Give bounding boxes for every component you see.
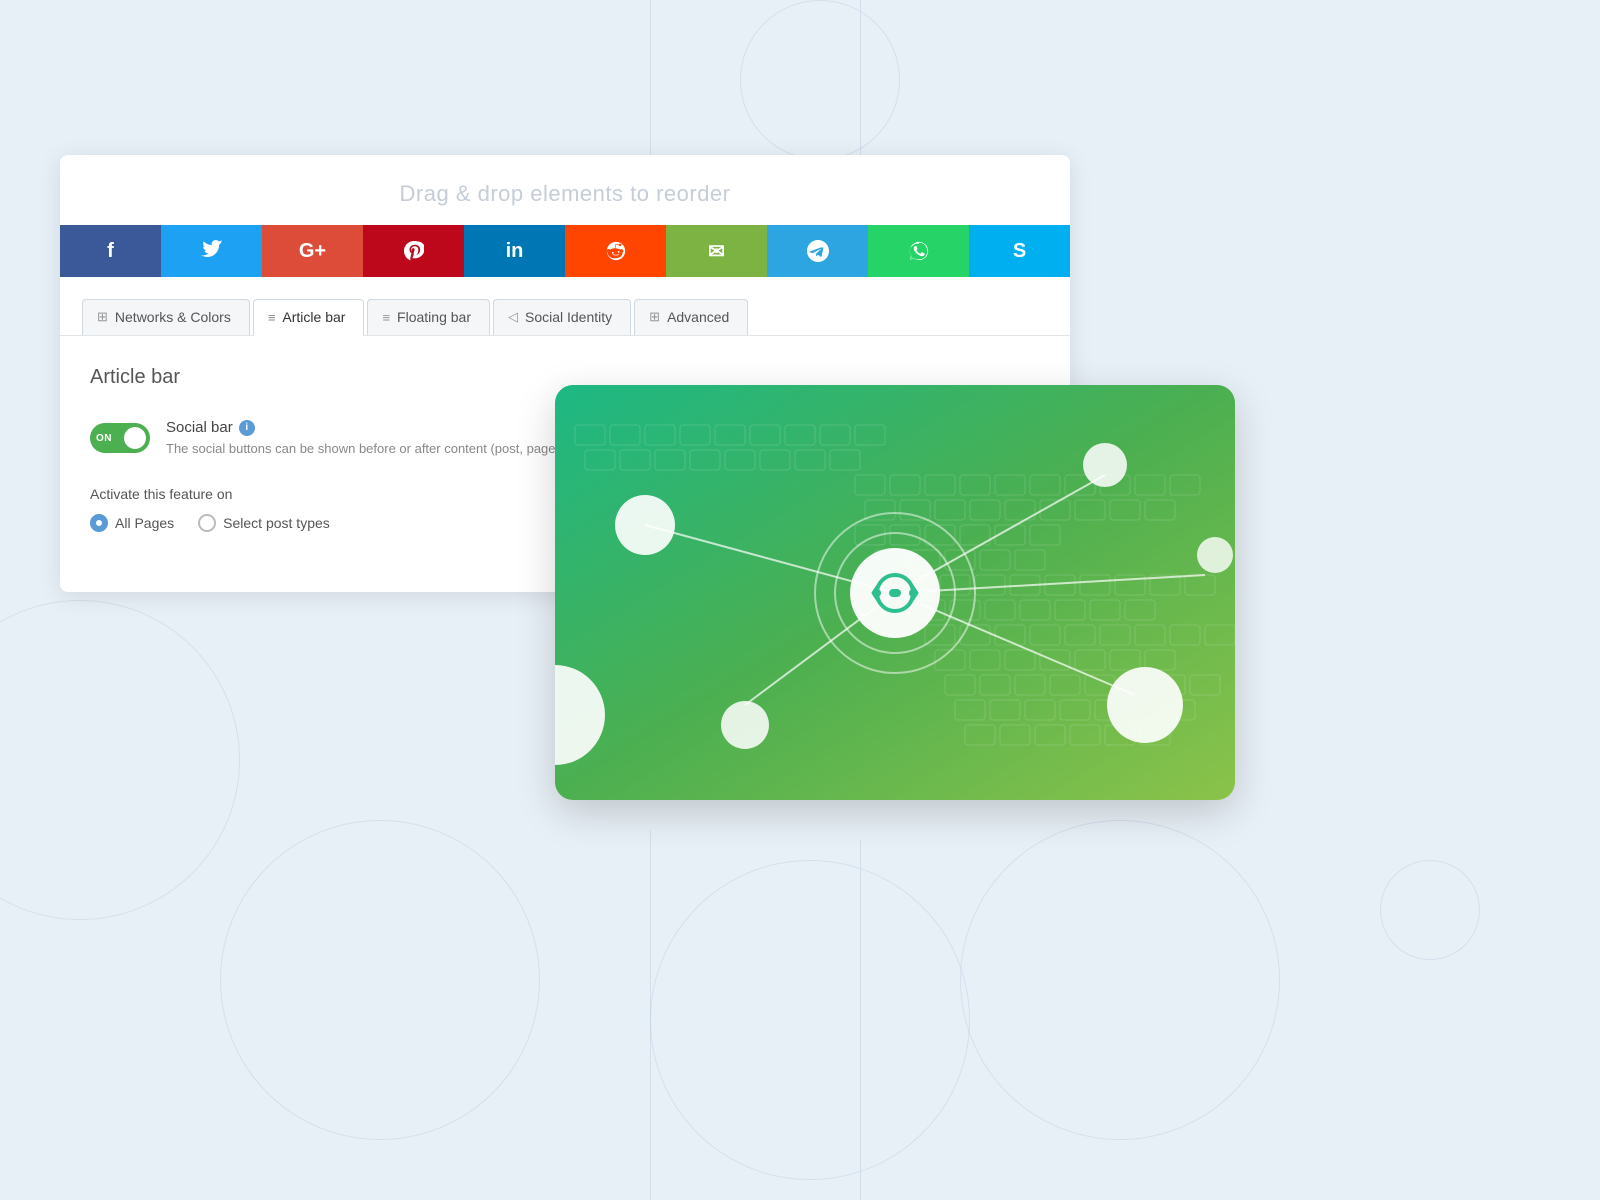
toggle-label-text: Social bar [166, 419, 233, 436]
whatsapp-button[interactable] [868, 225, 969, 277]
bg-circle-3 [740, 0, 900, 160]
tab-advanced[interactable]: ⊞ Advanced [634, 299, 748, 335]
bg-circle-2 [220, 820, 540, 1140]
tab-floating-icon: ≡ [382, 310, 390, 325]
green-social-card [555, 385, 1235, 800]
tab-floating-label: Floating bar [397, 309, 471, 325]
tab-networks-label: Networks & Colors [115, 309, 231, 325]
reddit-button[interactable] [565, 225, 666, 277]
tab-floating-bar[interactable]: ≡ Floating bar [367, 299, 490, 335]
radio-all-pages[interactable]: All Pages [90, 514, 174, 532]
tab-social-icon: ◁ [508, 309, 518, 325]
tab-article-label: Article bar [282, 309, 345, 325]
tab-networks-colors[interactable]: ⊞ Networks & Colors [82, 299, 250, 335]
tab-article-icon: ≡ [268, 310, 276, 325]
tab-advanced-label: Advanced [667, 309, 729, 325]
radio-select-post-types[interactable]: Select post types [198, 514, 330, 532]
telegram-button[interactable] [767, 225, 868, 277]
toggle-description: The social buttons can be shown before o… [166, 441, 605, 456]
radio-select-post-types-circle [198, 514, 216, 532]
twitter-button[interactable] [161, 225, 262, 277]
googleplus-button[interactable]: G+ [262, 225, 363, 277]
tab-networks-icon: ⊞ [97, 309, 108, 325]
radio-all-pages-label: All Pages [115, 515, 174, 531]
toggle-text: Social bar i The social buttons can be s… [166, 419, 605, 456]
tabs-row: ⊞ Networks & Colors ≡ Article bar ≡ Floa… [60, 277, 1070, 336]
tab-article-bar[interactable]: ≡ Article bar [253, 299, 365, 336]
social-bar-toggle[interactable]: ON [90, 423, 150, 453]
bg-circle-5 [960, 820, 1280, 1140]
bg-circle-1 [0, 600, 240, 920]
toggle-knob [124, 427, 146, 449]
toggle-on-label: ON [96, 433, 112, 444]
bg-circle-4 [650, 860, 970, 1180]
tab-social-identity[interactable]: ◁ Social Identity [493, 299, 631, 335]
radio-all-pages-circle [90, 514, 108, 532]
drag-drop-header: Drag & drop elements to reorder [60, 155, 1070, 225]
linkedin-button[interactable]: in [464, 225, 565, 277]
bg-circle-6 [1380, 860, 1480, 960]
tab-advanced-icon: ⊞ [649, 309, 660, 325]
radio-select-post-types-label: Select post types [223, 515, 330, 531]
tab-social-label: Social Identity [525, 309, 612, 325]
facebook-button[interactable]: f [60, 225, 161, 277]
social-network-bar: f G+ in ✉ S [60, 225, 1070, 277]
pinterest-button[interactable] [363, 225, 464, 277]
email-button[interactable]: ✉ [666, 225, 767, 277]
skype-button[interactable]: S [969, 225, 1070, 277]
info-icon[interactable]: i [239, 420, 255, 436]
toggle-title: Social bar i [166, 419, 605, 436]
